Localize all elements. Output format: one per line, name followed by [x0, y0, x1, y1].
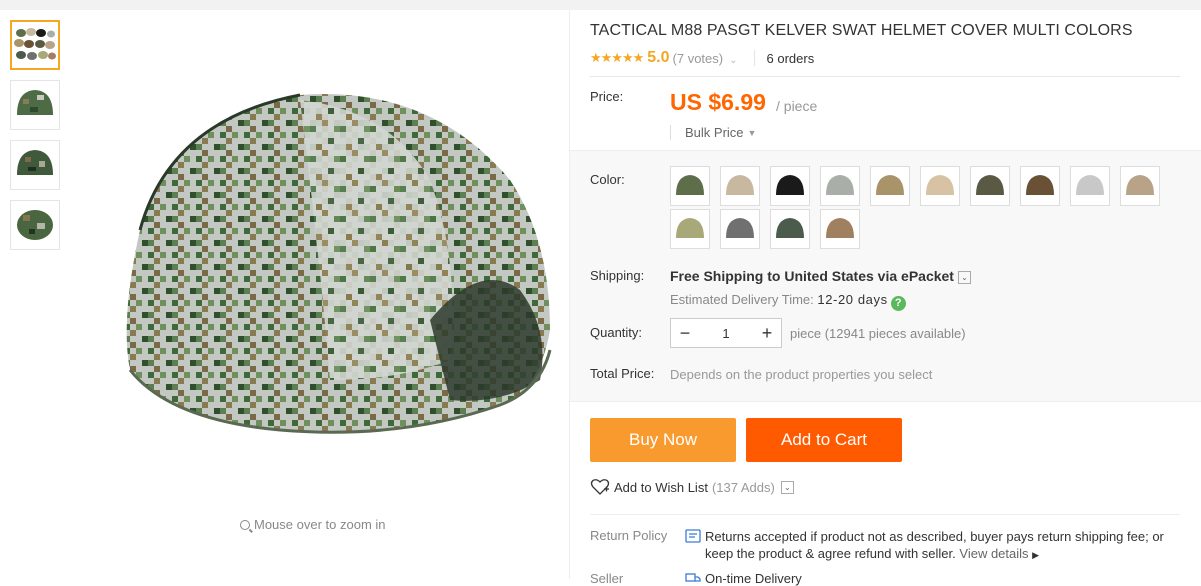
return-policy-text: Returns accepted if product not as descr… — [705, 528, 1185, 564]
zoom-hint: Mouse over to zoom in — [240, 517, 386, 532]
bulk-price-dropdown[interactable]: Bulk Price ▼ — [670, 125, 756, 140]
product-title: TACTICAL M88 PASGT KELVER SWAT HELMET CO… — [590, 22, 1133, 39]
star-rating-icon: ★★★★★ — [590, 50, 644, 65]
quantity-stepper: − + — [670, 318, 782, 348]
thumbnail-2[interactable] — [10, 80, 60, 130]
helmet-swatch-icon — [676, 175, 704, 195]
rating-value: 5.0 — [647, 49, 670, 66]
caret-right-icon: ▶ — [1032, 550, 1040, 560]
helmet-swatch-icon — [976, 175, 1004, 195]
buy-now-button[interactable]: Buy Now — [590, 418, 736, 462]
helmet-swatch-icon — [726, 175, 754, 195]
magnifier-icon — [240, 520, 250, 530]
color-swatch[interactable] — [770, 166, 810, 206]
shipping-method[interactable]: Free Shipping to United States via ePack… — [670, 268, 971, 284]
view-details-label: View details — [959, 546, 1029, 561]
price-value: US $6.99 — [670, 89, 766, 115]
votes-link[interactable]: (7 votes) ⌄ — [673, 51, 738, 66]
main-product-image[interactable] — [100, 60, 570, 460]
color-swatch[interactable] — [970, 166, 1010, 206]
eta-value: 12-20 days — [817, 292, 888, 307]
thumbnail-1[interactable] — [10, 20, 60, 70]
quantity-input[interactable] — [699, 325, 753, 341]
view-details-link[interactable]: View details ▶ — [959, 546, 1039, 561]
helmet-swatch-icon — [776, 218, 804, 238]
helmet-swatch-icon — [926, 175, 954, 195]
helmet-swatch-icon — [726, 218, 754, 238]
color-label: Color: — [590, 172, 625, 187]
helmet-swatch-icon — [826, 175, 854, 195]
image-gallery: Mouse over to zoom in — [0, 10, 570, 579]
return-policy-body: Returns accepted if product not as descr… — [705, 529, 1164, 561]
color-swatch[interactable] — [1070, 166, 1110, 206]
quantity-label: Quantity: — [590, 325, 643, 340]
helmet-swatch-icon — [1026, 175, 1054, 195]
shipping-label: Shipping: — [590, 268, 645, 283]
helmet-swatch-icon — [1076, 175, 1104, 195]
helmet-swatch-icon — [876, 175, 904, 195]
divider — [590, 514, 1180, 515]
heart-icon — [590, 479, 610, 495]
delivery-estimate: Estimated Delivery Time: 12-20 days? — [670, 292, 906, 311]
color-swatch[interactable] — [870, 166, 910, 206]
bulk-price-label: Bulk Price — [685, 125, 744, 140]
shipping-method-text: Free Shipping to United States via ePack… — [670, 268, 954, 284]
color-swatch[interactable] — [670, 166, 710, 206]
chevron-down-icon[interactable]: ⌄ — [780, 480, 794, 494]
rating-row: ★★★★★ 5.0 (7 votes) ⌄ 6 orders — [590, 49, 814, 67]
color-swatch[interactable] — [770, 209, 810, 249]
thumbnail-4[interactable] — [10, 200, 60, 250]
total-price-value: Depends on the product properties you se… — [670, 367, 933, 382]
return-policy-label: Return Policy — [590, 528, 668, 543]
divider — [753, 50, 755, 66]
color-swatch[interactable] — [1020, 166, 1060, 206]
helmet-swatch-icon — [1126, 175, 1154, 195]
helmet-swatch-icon — [776, 175, 804, 195]
wish-list-label: Add to Wish List — [614, 479, 708, 495]
eta-label: Estimated Delivery Time: — [670, 292, 814, 307]
divider — [590, 76, 1180, 77]
price-unit: / piece — [776, 98, 818, 114]
wish-count: (137 Adds) — [711, 479, 775, 495]
color-swatch[interactable] — [1120, 166, 1160, 206]
color-swatch[interactable] — [720, 166, 760, 206]
availability-text: piece (12941 pieces available) — [790, 326, 966, 341]
chevron-down-icon: ⌄ — [729, 54, 738, 66]
top-bar — [0, 0, 1201, 10]
thumbnail-3[interactable] — [10, 140, 60, 190]
return-policy-icon — [685, 529, 701, 543]
increment-button[interactable]: + — [753, 319, 781, 347]
color-swatch[interactable] — [670, 209, 710, 249]
helmet-swatch-icon — [826, 218, 854, 238]
color-swatch[interactable] — [920, 166, 960, 206]
orders-count: 6 orders — [766, 50, 815, 66]
wish-list[interactable]: Add to Wish List (137 Adds) ⌄ — [590, 478, 794, 496]
help-icon[interactable]: ? — [890, 296, 906, 311]
decrement-button[interactable]: − — [671, 319, 699, 347]
price-label: Price: — [590, 89, 624, 104]
add-to-cart-button[interactable]: Add to Cart — [746, 418, 902, 462]
votes-count: (7 votes) — [672, 50, 724, 66]
delivery-truck-icon — [685, 573, 701, 582]
thumbnail-list — [10, 20, 60, 260]
caret-down-icon: ▼ — [747, 128, 757, 138]
helmet-swatch-icon — [676, 218, 704, 238]
color-swatch[interactable] — [720, 209, 760, 249]
color-swatch[interactable] — [820, 166, 860, 206]
color-swatches — [670, 166, 1180, 252]
chevron-down-icon[interactable]: ⌄ — [957, 271, 971, 284]
total-price-label: Total Price: — [590, 366, 655, 381]
color-swatch[interactable] — [820, 209, 860, 249]
